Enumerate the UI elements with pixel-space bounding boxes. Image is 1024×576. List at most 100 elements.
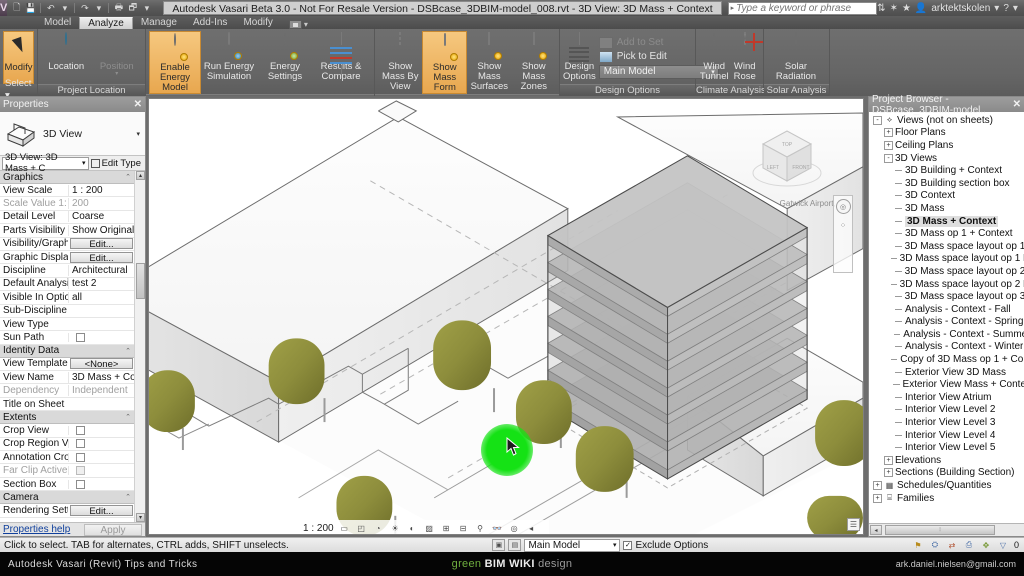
collapse-icon[interactable]: -: [884, 153, 893, 163]
properties-scrollbar[interactable]: ▴ ▾: [134, 171, 145, 522]
property-row[interactable]: Visibility/Graph... Edit...: [0, 238, 145, 251]
properties-help-link[interactable]: Properties help: [3, 524, 70, 535]
tree-node[interactable]: 3D Building + Context: [869, 164, 1024, 177]
property-row[interactable]: Default Analysi... test 2: [0, 278, 145, 292]
show-mass-zones-button[interactable]: Show Mass Zones: [512, 31, 556, 94]
steering-wheel-icon[interactable]: ◎: [835, 199, 851, 214]
expand-icon[interactable]: +: [873, 481, 882, 491]
new-icon[interactable]: 🗋: [10, 2, 23, 15]
project-browser-tree[interactable]: - ⟡ Views (not on sheets) + Floor Plans + Ceil…: [869, 112, 1024, 523]
expand-icon[interactable]: +: [884, 455, 893, 465]
property-row[interactable]: Visible In Option all: [0, 291, 145, 305]
print-icon[interactable]: 🖶: [112, 2, 125, 15]
tree-node[interactable]: 3D Mass space layout op 2 Expol: [869, 278, 1024, 291]
sun-path-icon[interactable]: ☀: [389, 523, 402, 534]
wind-rose-button[interactable]: Wind Rose: [730, 31, 761, 84]
tree-node[interactable]: 3D Context: [869, 190, 1024, 203]
scrollbar-thumb[interactable]: ⦙: [885, 525, 995, 535]
view-control-bar[interactable]: 1 : 200 ▭ ◰ ◔ ☀ ◐ ▨ ⊞ ⊟ ⚲ 👓 ◎ ◂: [299, 520, 549, 534]
properties-group-extents[interactable]: Extents ⌃: [0, 411, 145, 425]
annotation-crop-checkbox[interactable]: [76, 452, 85, 462]
properties-group-identity-data[interactable]: Identity Data ⌃: [0, 344, 145, 358]
tree-node[interactable]: Analysis - Context - Spring: [869, 316, 1024, 329]
lock-3d-icon[interactable]: ⚲: [474, 523, 487, 534]
editing-request-icon[interactable]: ⇄: [946, 539, 958, 551]
tree-node[interactable]: 3D Mass + Context: [869, 215, 1024, 228]
ribbon-display-options[interactable]: ▾: [288, 20, 308, 29]
scroll-up-arrow[interactable]: ▴: [136, 171, 145, 180]
chevron-down-icon[interactable]: ▾: [304, 20, 308, 29]
view-scale-label[interactable]: 1 : 200: [303, 523, 334, 534]
property-row[interactable]: Discipline Architectural: [0, 264, 145, 278]
crop-region-visible-checkbox[interactable]: [76, 439, 85, 449]
tree-node[interactable]: Analysis - Context - Summer: [869, 328, 1024, 341]
graphic-display-edit-button[interactable]: Edit...: [70, 251, 133, 264]
show-mass-by-view-button[interactable]: Show Mass By View: [378, 31, 422, 94]
chevron-down-icon[interactable]: ▾: [82, 159, 88, 167]
enable-energy-model-button[interactable]: Enable Energy Model: [149, 31, 201, 94]
tree-node[interactable]: + Elevations: [869, 454, 1024, 467]
tree-node[interactable]: + Sections (Building Section): [869, 467, 1024, 480]
user-name-label[interactable]: arktektskolen: [931, 3, 990, 14]
property-row[interactable]: Title on Sheet: [0, 398, 145, 412]
panel-title-select[interactable]: Select ▾: [0, 78, 37, 101]
tree-node[interactable]: + ▦ Schedules/Quantities: [869, 479, 1024, 492]
help-icon[interactable]: ?: [1003, 3, 1009, 14]
visibility-graphics-edit-button[interactable]: Edit...: [70, 238, 133, 250]
tree-node[interactable]: 3D Mass space layout op 1 Explo: [869, 253, 1024, 266]
property-row[interactable]: Crop View: [0, 424, 145, 438]
export-icon[interactable]: 🗗: [126, 2, 139, 15]
crop-region-icon[interactable]: ⊞: [440, 523, 453, 534]
search-input[interactable]: [736, 2, 877, 14]
tab-manage[interactable]: Manage: [133, 17, 185, 29]
project-browser-horizontal-scrollbar[interactable]: ◂ ⦙: [869, 523, 1024, 536]
design-option-status-icon[interactable]: ✥: [980, 539, 992, 551]
properties-list[interactable]: Graphics ⌃ View Scale 1 : 200 Scale Valu…: [0, 171, 145, 522]
3d-viewport[interactable]: TOP LEFT FRONT Gatwick Airport, UK ◎ ⁘ ☰: [148, 98, 864, 535]
model-review-icon[interactable]: ⎙: [963, 539, 975, 551]
scale-icon[interactable]: ▭: [338, 523, 351, 534]
close-icon[interactable]: ✕: [1013, 99, 1021, 110]
scrollbar-thumb[interactable]: [136, 263, 145, 299]
property-row[interactable]: Sun Path: [0, 331, 145, 345]
chevron-down-icon[interactable]: ▾: [994, 3, 999, 14]
expand-icon[interactable]: +: [884, 468, 893, 478]
filter-warning-icon[interactable]: ⚑: [912, 539, 924, 551]
tree-node[interactable]: Copy of 3D Mass op 1 + Context: [869, 353, 1024, 366]
view-type-combobox[interactable]: 3D View: 3D Mass + C ▾: [2, 152, 89, 174]
analytical-model-icon[interactable]: ◎: [508, 523, 521, 534]
run-energy-simulation-button[interactable]: Run Energy Simulation: [201, 31, 257, 94]
ribbon-state-icon[interactable]: [288, 20, 302, 29]
undo-icon[interactable]: ↶: [44, 2, 57, 15]
chevron-down-icon[interactable]: ▾: [115, 71, 118, 77]
property-row[interactable]: Sub-Discipline: [0, 305, 145, 318]
properties-group-camera[interactable]: Camera ⌃: [0, 491, 145, 505]
tree-node[interactable]: Interior View Atrium: [869, 391, 1024, 404]
property-row[interactable]: Section Box: [0, 478, 145, 492]
design-option-selector[interactable]: Main Model ▾: [524, 538, 621, 552]
tree-node[interactable]: + Ceiling Plans: [869, 139, 1024, 152]
tree-node[interactable]: 3D Building section box: [869, 177, 1024, 190]
apply-button[interactable]: Apply: [84, 523, 142, 536]
search-box[interactable]: ▸: [727, 1, 878, 15]
tree-node[interactable]: Exterior View 3D Mass: [869, 366, 1024, 379]
tree-node[interactable]: Exterior View Mass + Context: [869, 378, 1024, 391]
checkbox-box[interactable]: ✓: [623, 540, 633, 550]
property-row[interactable]: Crop Region Vi...: [0, 438, 145, 452]
tree-node[interactable]: + Floor Plans: [869, 127, 1024, 140]
tree-node[interactable]: Analysis - Context - Fall: [869, 303, 1024, 316]
detail-level-icon[interactable]: ◰: [355, 523, 368, 534]
tree-node[interactable]: + ⌸ Families: [869, 492, 1024, 505]
qat-dropdown-icon[interactable]: ▾: [140, 2, 153, 15]
edit-type-button[interactable]: Edit Type: [90, 158, 143, 169]
favorites-icon[interactable]: ★: [902, 3, 911, 14]
help-chevron-down-icon[interactable]: ▾: [1013, 3, 1018, 14]
show-mass-form-button[interactable]: Show Mass Form: [422, 31, 468, 94]
show-mass-surfaces-button[interactable]: Show Mass Surfaces: [467, 31, 511, 94]
exclude-options-checkbox[interactable]: ✓ Exclude Options: [623, 540, 708, 551]
property-row[interactable]: Rendering Setti... Edit...: [0, 504, 145, 518]
exchange-icon[interactable]: ⇅: [877, 3, 885, 14]
pick-edit-icon[interactable]: ▤: [508, 539, 522, 551]
chevron-down-icon[interactable]: ▾: [136, 130, 140, 138]
rendering-icon[interactable]: ▨: [423, 523, 436, 534]
